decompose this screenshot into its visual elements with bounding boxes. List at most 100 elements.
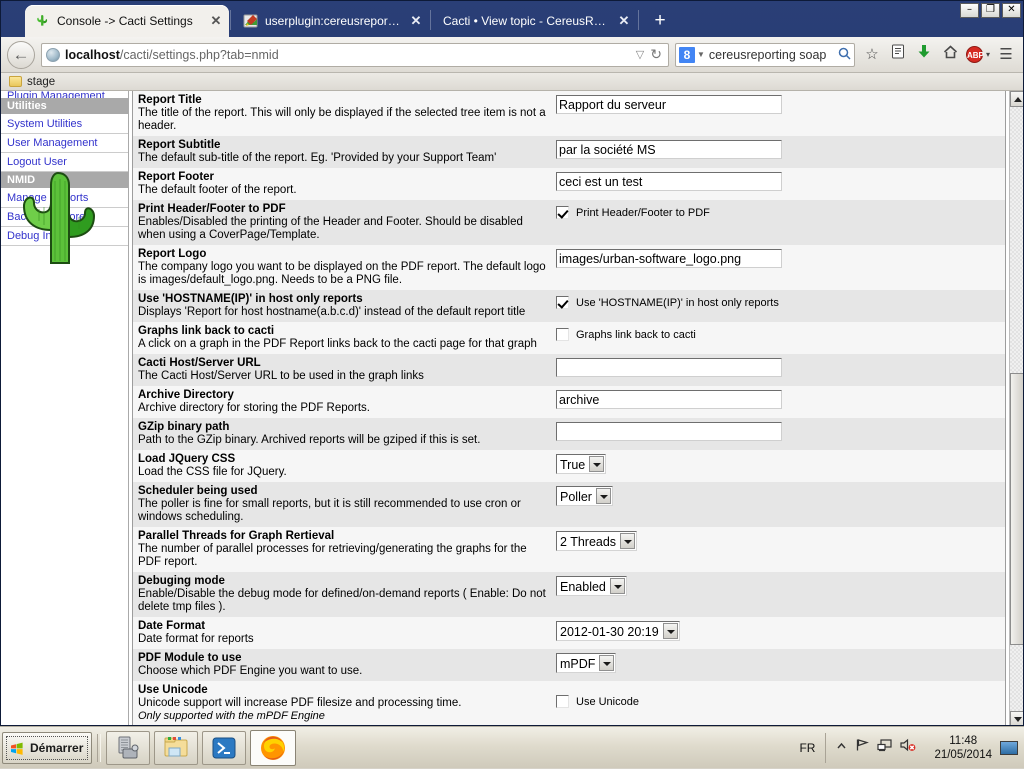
tab-close-icon[interactable]: ✕: [209, 14, 223, 28]
setting-title: Scheduler being used: [138, 485, 548, 498]
browser-tab-1[interactable]: userplugin:cereusreporting - ... ✕: [233, 5, 429, 37]
taskbar-item-firefox[interactable]: [250, 730, 296, 766]
use-hostname-ip-checkbox[interactable]: [556, 296, 569, 309]
chevron-down-icon[interactable]: ▼: [697, 50, 705, 59]
date-format-select[interactable]: 2012-01-30 20:19: [556, 621, 680, 641]
scroll-down-button[interactable]: [1010, 711, 1024, 726]
sidebar-item-user-management[interactable]: User Management: [1, 134, 128, 153]
load-jquery-css-select[interactable]: True: [556, 454, 606, 474]
print-header-footer-checkbox[interactable]: [556, 206, 569, 219]
gzip-binary-path-input[interactable]: [556, 422, 782, 441]
setting-label: Report Subtitle The default sub-title of…: [138, 139, 556, 165]
url-bar[interactable]: localhost/cacti/settings.php?tab=nmid ▽ …: [41, 43, 669, 67]
restore-button[interactable]: ❐: [981, 3, 1000, 18]
chevron-down-icon[interactable]: [620, 533, 635, 549]
setting-desc: Date format for reports: [138, 633, 548, 646]
sidebar-section-utilities: Utilities: [1, 98, 128, 115]
search-bar[interactable]: 8 ▼ cereusreporting soap: [675, 43, 855, 67]
scheduler-select[interactable]: Poller: [556, 486, 613, 506]
setting-label: Load JQuery CSS Load the CSS file for JQ…: [138, 453, 556, 479]
new-tab-button[interactable]: +: [649, 10, 671, 32]
print-header-footer-checkbox-wrap[interactable]: Print Header/Footer to PDF: [556, 204, 1005, 219]
tab-close-icon[interactable]: ✕: [617, 14, 631, 28]
graphs-link-back-checkbox[interactable]: [556, 328, 569, 341]
reading-list-icon[interactable]: [885, 42, 911, 68]
chevron-down-icon[interactable]: [663, 623, 678, 639]
report-logo-input[interactable]: [556, 249, 782, 268]
select-value: 2012-01-30 20:19: [557, 622, 663, 640]
quick-launch-server-manager-icon[interactable]: [106, 731, 150, 765]
pdf-module-select[interactable]: mPDF: [556, 653, 616, 673]
setting-desc: The title of the report. This will only …: [138, 107, 548, 133]
search-icon[interactable]: [838, 47, 851, 63]
bookmarks-bar: stage: [1, 73, 1024, 91]
setting-row-cacti-host-url: Cacti Host/Server URL The Cacti Host/Ser…: [133, 354, 1005, 386]
checkbox-label: Print Header/Footer to PDF: [576, 207, 710, 219]
flag-action-center-icon[interactable]: [855, 738, 869, 757]
debugging-mode-select[interactable]: Enabled: [556, 576, 627, 596]
browser-tab-title: Console -> Cacti Settings: [57, 14, 201, 28]
adblock-plus-button[interactable]: ABP ▾: [963, 42, 993, 68]
setting-field: Enabled: [556, 575, 1005, 596]
url-dropdown-icon[interactable]: ▽: [636, 48, 644, 61]
cactus-logo-icon: [1, 157, 128, 277]
chevron-down-icon[interactable]: [599, 655, 614, 671]
show-hidden-icons-chevron-icon[interactable]: [836, 739, 847, 757]
setting-desc: Enable/Disable the debug mode for define…: [138, 588, 548, 614]
quick-launch-powershell-icon[interactable]: [202, 731, 246, 765]
windows-logo-icon: [8, 739, 26, 757]
reload-icon[interactable]: ↻: [650, 46, 662, 63]
report-title-input[interactable]: [556, 95, 782, 114]
setting-label: Debuging mode Enable/Disable the debug m…: [138, 575, 556, 614]
bookmark-item-stage[interactable]: stage: [27, 76, 55, 88]
scroll-up-button[interactable]: [1010, 91, 1024, 107]
tray-clock[interactable]: 11:48 21/05/2014: [926, 734, 1000, 762]
setting-title: Debuging mode: [138, 575, 548, 588]
use-unicode-checkbox-wrap[interactable]: Use Unicode: [556, 685, 1005, 708]
hamburger-menu-icon[interactable]: ☰: [993, 42, 1019, 68]
setting-note: Only supported with the mPDF Engine: [138, 710, 548, 723]
browser-tab-0[interactable]: Console -> Cacti Settings ✕: [25, 5, 229, 37]
close-window-button[interactable]: ✕: [1002, 3, 1021, 18]
chevron-down-icon[interactable]: [610, 578, 625, 594]
use-hostname-ip-checkbox-wrap[interactable]: Use 'HOSTNAME(IP)' in host only reports: [556, 294, 1005, 309]
report-footer-input[interactable]: [556, 172, 782, 191]
volume-muted-icon[interactable]: [900, 738, 916, 757]
quick-launch-file-explorer-icon[interactable]: [154, 731, 198, 765]
url-host: localhost: [65, 48, 120, 62]
sidebar-item-plugin-management[interactable]: Plugin Management: [1, 91, 128, 98]
back-button-icon[interactable]: ←: [7, 41, 35, 69]
select-value: Poller: [557, 487, 596, 505]
graphs-link-back-checkbox-wrap[interactable]: Graphs link back to cacti: [556, 326, 1005, 341]
tab-strip: Console -> Cacti Settings ✕ userplugin:c…: [1, 1, 1024, 37]
setting-field: mPDF: [556, 652, 1005, 673]
search-input[interactable]: cereusreporting soap: [709, 48, 838, 62]
downloads-icon[interactable]: [911, 42, 937, 68]
select-value: mPDF: [557, 654, 599, 672]
home-icon[interactable]: [937, 42, 963, 68]
sidebar-item-system-utilities[interactable]: System Utilities: [1, 115, 128, 134]
bookmark-star-icon[interactable]: ☆: [859, 42, 885, 68]
page-scrollbar[interactable]: [1009, 91, 1024, 726]
tab-close-icon[interactable]: ✕: [409, 14, 423, 28]
setting-field: Use 'HOSTNAME(IP)' in host only reports: [556, 293, 1005, 309]
cacti-host-url-input[interactable]: [556, 358, 782, 377]
network-icon[interactable]: [877, 738, 892, 757]
setting-field: Use Unicode: [556, 684, 1005, 708]
setting-title: Cacti Host/Server URL: [138, 357, 548, 370]
start-button[interactable]: Démarrer: [2, 732, 92, 764]
archive-directory-input[interactable]: [556, 390, 782, 409]
chevron-down-icon[interactable]: ▾: [986, 42, 990, 68]
scrollbar-thumb[interactable]: [1010, 373, 1024, 645]
parallel-threads-select[interactable]: 2 Threads: [556, 531, 637, 551]
minimize-button[interactable]: –: [960, 3, 979, 18]
tray-language-indicator[interactable]: FR: [789, 741, 825, 755]
chevron-down-icon[interactable]: [596, 488, 611, 504]
chevron-down-icon[interactable]: [589, 456, 604, 472]
google-search-engine-icon[interactable]: 8: [679, 47, 695, 63]
show-desktop-button[interactable]: [1000, 741, 1018, 755]
setting-desc: A click on a graph in the PDF Report lin…: [138, 338, 548, 351]
browser-tab-2[interactable]: Cacti • View topic - CereusReporti... ✕: [433, 5, 637, 37]
use-unicode-checkbox[interactable]: [556, 695, 569, 708]
report-subtitle-input[interactable]: [556, 140, 782, 159]
